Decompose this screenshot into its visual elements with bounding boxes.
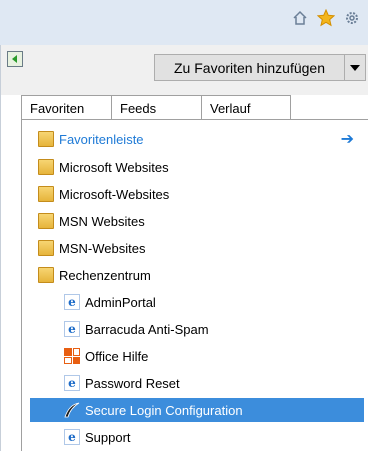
list-item-label: Microsoft-Websites	[59, 186, 170, 202]
chevron-down-icon	[350, 64, 360, 71]
list-item-label: Favoritenleiste	[59, 131, 144, 147]
browser-toolbar	[0, 0, 368, 45]
green-arrow-icon	[12, 55, 17, 63]
list-item-favoritenleiste[interactable]: Favoritenleiste ➔	[38, 127, 364, 151]
arrow-right-icon: ➔	[340, 131, 354, 148]
list-item-support[interactable]: e Support	[64, 425, 131, 449]
list-item-barracuda[interactable]: e Barracuda Anti-Spam	[64, 317, 209, 341]
list-item-msn-websites[interactable]: MSN Websites	[38, 209, 145, 233]
add-to-favorites-dropdown[interactable]	[344, 54, 366, 81]
list-item-rechenzentrum[interactable]: Rechenzentrum	[38, 263, 151, 287]
list-item-adminportal[interactable]: e AdminPortal	[64, 290, 156, 314]
favorites-star-icon[interactable]	[316, 8, 336, 28]
swoosh-icon	[64, 402, 80, 418]
list-item-label: Support	[85, 429, 131, 445]
list-item-label: MSN-Websites	[59, 240, 146, 256]
list-item-label: Microsoft Websites	[59, 159, 169, 175]
folder-icon	[38, 131, 54, 147]
tab-verlauf[interactable]: Verlauf	[201, 95, 291, 119]
folder-icon	[38, 213, 54, 229]
tab-favoriten[interactable]: Favoriten	[21, 95, 111, 119]
list-item-label: AdminPortal	[85, 294, 156, 310]
list-item-label: Barracuda Anti-Spam	[85, 321, 209, 337]
list-item-label: Password Reset	[85, 375, 180, 391]
folder-icon	[38, 240, 54, 256]
ie-page-icon: e	[64, 375, 80, 391]
add-to-favorites-label: Zu Favoriten hinzufügen	[174, 59, 325, 76]
list-item-microsoft-websites[interactable]: Microsoft Websites	[38, 155, 169, 179]
pin-panel-button[interactable]	[7, 51, 23, 67]
list-item-msn-websites-2[interactable]: MSN-Websites	[38, 236, 145, 260]
list-item-label: Secure Login Configuration	[85, 402, 243, 418]
folder-icon	[38, 159, 54, 175]
list-item-label: Rechenzentrum	[59, 267, 151, 283]
home-icon[interactable]	[290, 8, 310, 28]
list-item-microsoft-websites-2[interactable]: Microsoft-Websites	[38, 182, 169, 206]
ie-page-icon: e	[64, 321, 80, 337]
folder-icon	[38, 267, 54, 283]
office-icon	[64, 348, 80, 364]
list-item-password-reset[interactable]: e Password Reset	[64, 371, 180, 395]
add-to-favorites-button[interactable]: Zu Favoriten hinzufügen	[154, 54, 345, 81]
list-item-office-hilfe[interactable]: Office Hilfe	[64, 344, 148, 368]
panel-tabs: Favoriten Feeds Verlauf	[21, 95, 291, 119]
list-item-label: Office Hilfe	[85, 348, 149, 364]
ie-page-icon: e	[64, 294, 80, 310]
tab-feeds[interactable]: Feeds	[111, 95, 201, 119]
settings-gear-icon[interactable]	[342, 8, 362, 28]
ie-page-icon: e	[64, 429, 80, 445]
list-item-label: MSN Websites	[59, 213, 145, 229]
list-item-secure-login[interactable]: Secure Login Configuration	[64, 398, 243, 422]
folder-icon	[38, 186, 54, 202]
